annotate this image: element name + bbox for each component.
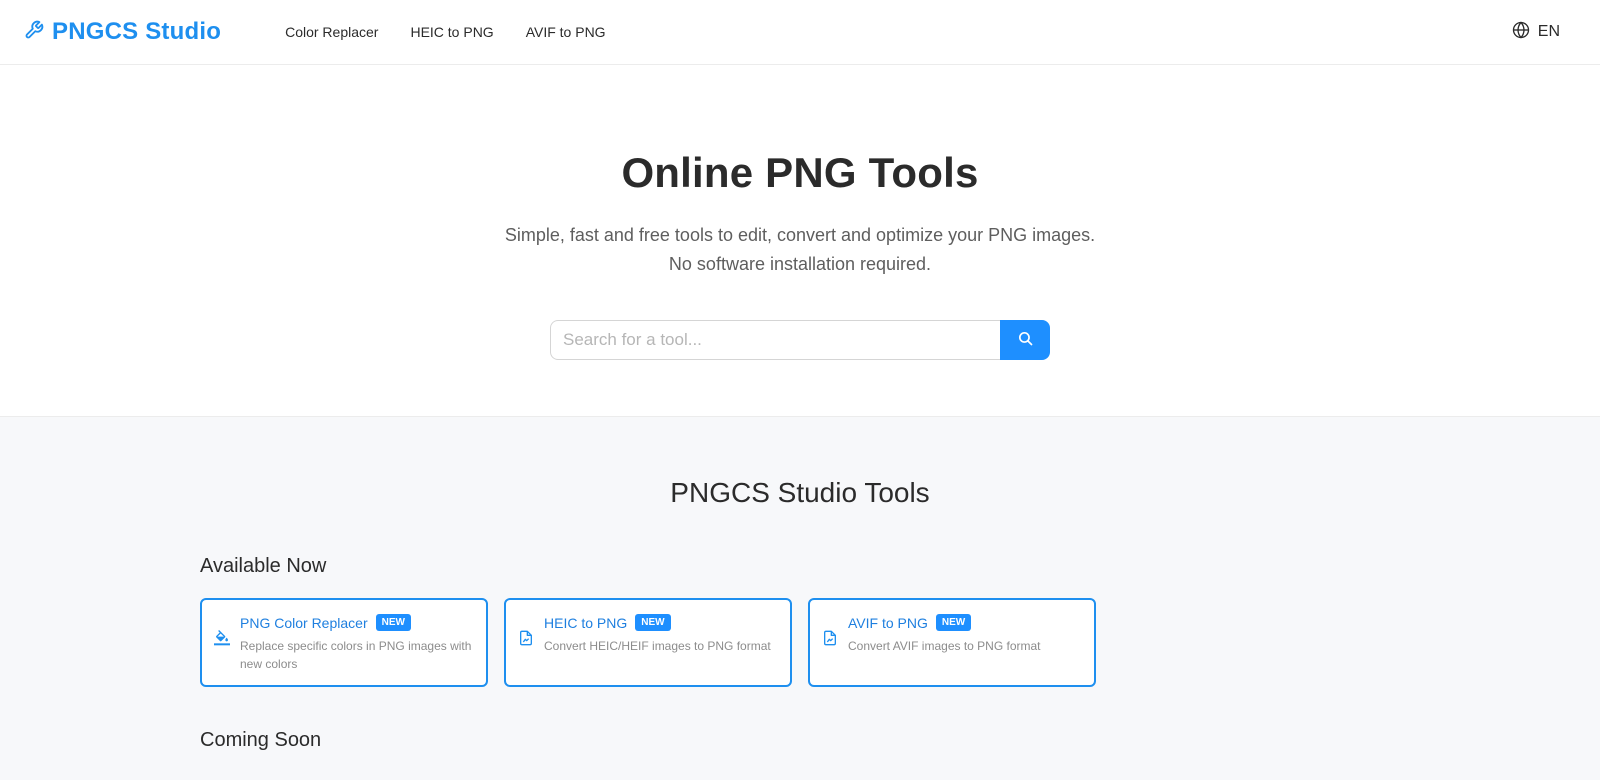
language-label: EN — [1537, 23, 1560, 40]
available-now-heading: Available Now — [200, 555, 327, 577]
search-icon — [1017, 330, 1034, 350]
top-navbar: PNGCS Studio Color Replacer HEIC to PNG … — [0, 0, 1600, 65]
tools-section: PNGCS Studio Tools Available Now PNG Col… — [0, 416, 1600, 780]
card-description: Convert AVIF images to PNG format — [848, 639, 1041, 653]
search-input[interactable] — [550, 320, 1000, 360]
hero-subtitle-line1: Simple, fast and free tools to edit, con… — [504, 225, 1096, 245]
hero-section: Online PNG Tools Simple, fast and free t… — [0, 65, 1600, 416]
wrench-icon — [24, 20, 44, 45]
coming-soon-heading: Coming Soon — [200, 729, 322, 751]
tool-cards: PNG Color Replacer NEW Replace specific … — [200, 598, 1096, 687]
card-description: Convert HEIC/HEIF images to PNG format — [544, 639, 771, 653]
card-body: AVIF to PNG NEW Convert AVIF images to P… — [848, 614, 1082, 685]
card-head: AVIF to PNG NEW — [848, 614, 1082, 631]
hero-subtitle: Simple, fast and free tools to edit, con… — [0, 221, 1600, 279]
nav-color-replacer[interactable]: Color Replacer — [285, 24, 378, 40]
page-title: Online PNG Tools — [621, 149, 979, 196]
tools-container: Available Now PNG Color Replacer NEW Rep… — [200, 555, 1096, 752]
card-body: PNG Color Replacer NEW Replace specific … — [240, 614, 474, 685]
tool-card-avif-to-png[interactable]: AVIF to PNG NEW Convert AVIF images to P… — [808, 598, 1096, 687]
card-title: PNG Color Replacer — [240, 614, 368, 631]
nav-avif-to-png[interactable]: AVIF to PNG — [526, 24, 606, 40]
tool-card-heic-to-png[interactable]: HEIC to PNG NEW Convert HEIC/HEIF images… — [504, 598, 792, 687]
search-button[interactable] — [1000, 320, 1050, 360]
file-image-icon — [518, 630, 536, 685]
new-badge: NEW — [935, 614, 972, 631]
search-bar — [550, 320, 1050, 360]
brand-logo-link[interactable]: PNGCS Studio — [24, 18, 221, 46]
card-title: AVIF to PNG — [848, 614, 928, 631]
new-badge: NEW — [375, 614, 411, 631]
card-title: HEIC to PNG — [544, 614, 628, 631]
hero-subtitle-line2: No software installation required. — [668, 254, 932, 274]
tool-card-png-color-replacer[interactable]: PNG Color Replacer NEW Replace specific … — [200, 598, 488, 687]
globe-icon — [1512, 20, 1530, 44]
nav-heic-to-png[interactable]: HEIC to PNG — [410, 24, 493, 40]
card-body: HEIC to PNG NEW Convert HEIC/HEIF images… — [544, 614, 778, 685]
tools-section-title: PNGCS Studio Tools — [670, 477, 930, 508]
new-badge: NEW — [635, 614, 671, 631]
file-image-icon — [822, 630, 840, 685]
card-description: Replace specific colors in PNG images wi… — [240, 639, 472, 671]
brand-name: PNGCS Studio — [52, 18, 222, 45]
language-selector[interactable]: EN — [1512, 0, 1560, 64]
main-nav: Color Replacer HEIC to PNG AVIF to PNG — [285, 24, 606, 40]
paint-bucket-icon — [214, 630, 232, 685]
card-head: HEIC to PNG NEW — [544, 614, 778, 631]
card-head: PNG Color Replacer NEW — [240, 614, 474, 631]
